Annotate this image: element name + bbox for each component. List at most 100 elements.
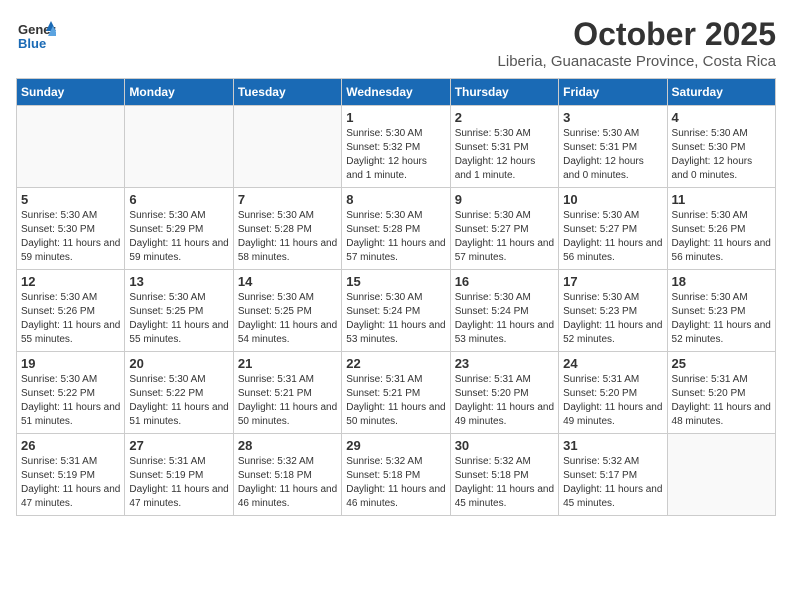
cell-details: Sunrise: 5:30 AMSunset: 5:22 PMDaylight:…: [21, 373, 120, 429]
calendar-cell: 9 Sunrise: 5:30 AMSunset: 5:27 PMDaylight…: [450, 188, 558, 270]
day-number: 8: [346, 192, 445, 207]
calendar-cell: 18Sunrise: 5:30 AMSunset: 5:23 PMDayligh…: [667, 270, 775, 352]
calendar-cell: 27 Sunrise: 5:31 AMSunset: 5:19 PMDayligh…: [125, 434, 233, 516]
day-number: 31: [563, 438, 662, 453]
day-number: 13: [129, 274, 228, 289]
day-number: 14: [238, 274, 337, 289]
day-number: 7: [238, 192, 337, 207]
calendar-cell: 3 Sunrise: 5:30 AMSunset: 5:31 PMDaylight…: [559, 106, 667, 188]
weekday-header: Tuesday: [233, 79, 341, 106]
cell-details: Sunrise: 5:32 AMSunset: 5:18 PMDaylight:…: [238, 455, 337, 511]
calendar-cell: [667, 434, 775, 516]
day-number: 26: [21, 438, 120, 453]
calendar-cell: 4 Sunrise: 5:30 AMSunset: 5:30 PMDaylight…: [667, 106, 775, 188]
cell-details: Sunrise: 5:32 AMSunset: 5:18 PMDaylight:…: [346, 455, 445, 511]
calendar-cell: 28 Sunrise: 5:32 AMSunset: 5:18 PMDayligh…: [233, 434, 341, 516]
cell-details: Sunrise: 5:30 AMSunset: 5:26 PMDaylight:…: [21, 291, 120, 347]
calendar-week-row: 19 Sunrise: 5:30 AMSunset: 5:22 PMDayligh…: [17, 352, 776, 434]
cell-details: Sunrise: 5:31 AMSunset: 5:19 PMDaylight:…: [129, 455, 228, 511]
calendar-week-row: 5 Sunrise: 5:30 AMSunset: 5:30 PMDaylight…: [17, 188, 776, 270]
calendar-cell: 12 Sunrise: 5:30 AMSunset: 5:26 PMDayligh…: [17, 270, 125, 352]
cell-details: Sunrise: 5:31 AMSunset: 5:20 PMDaylight:…: [672, 373, 771, 429]
day-number: 12: [21, 274, 120, 289]
svg-text:Blue: Blue: [18, 36, 46, 51]
cell-details: Sunrise: 5:31 AMSunset: 5:20 PMDaylight:…: [563, 373, 662, 429]
location-title: Liberia, Guanacaste Province, Costa Rica: [498, 53, 776, 70]
cell-details: Sunrise: 5:30 AMSunset: 5:30 PMDaylight:…: [672, 127, 771, 183]
cell-details: Sunrise: 5:30 AMSunset: 5:30 PMDaylight:…: [21, 209, 120, 265]
day-number: 4: [672, 110, 771, 125]
calendar-cell: 1 Sunrise: 5:30 AMSunset: 5:32 PMDaylight…: [342, 106, 450, 188]
cell-details: Sunrise: 5:30 AMSunset: 5:28 PMDaylight:…: [346, 209, 445, 265]
calendar-cell: 14Sunrise: 5:30 AMSunset: 5:25 PMDayligh…: [233, 270, 341, 352]
day-number: 19: [21, 356, 120, 371]
cell-details: Sunrise: 5:30 AMSunset: 5:25 PMDaylight:…: [129, 291, 228, 347]
cell-details: Sunrise: 5:32 AMSunset: 5:18 PMDaylight:…: [455, 455, 554, 511]
day-number: 20: [129, 356, 228, 371]
cell-details: Sunrise: 5:30 AMSunset: 5:24 PMDaylight:…: [346, 291, 445, 347]
title-block: October 2025 Liberia, Guanacaste Provinc…: [498, 16, 776, 70]
calendar-week-row: 12 Sunrise: 5:30 AMSunset: 5:26 PMDayligh…: [17, 270, 776, 352]
cell-details: Sunrise: 5:30 AMSunset: 5:27 PMDaylight:…: [455, 209, 554, 265]
calendar-week-row: 26 Sunrise: 5:31 AMSunset: 5:19 PMDayligh…: [17, 434, 776, 516]
cell-details: Sunrise: 5:30 AMSunset: 5:23 PMDaylight:…: [563, 291, 662, 347]
day-number: 22: [346, 356, 445, 371]
cell-details: Sunrise: 5:31 AMSunset: 5:19 PMDaylight:…: [21, 455, 120, 511]
day-number: 5: [21, 192, 120, 207]
day-number: 6: [129, 192, 228, 207]
day-number: 18: [672, 274, 771, 289]
cell-details: Sunrise: 5:30 AMSunset: 5:31 PMDaylight:…: [563, 127, 662, 183]
day-number: 9: [455, 192, 554, 207]
cell-details: Sunrise: 5:30 AMSunset: 5:28 PMDaylight:…: [238, 209, 337, 265]
weekday-header: Friday: [559, 79, 667, 106]
cell-details: Sunrise: 5:30 AMSunset: 5:31 PMDaylight:…: [455, 127, 554, 183]
weekday-header: Wednesday: [342, 79, 450, 106]
calendar-cell: 25Sunrise: 5:31 AMSunset: 5:20 PMDayligh…: [667, 352, 775, 434]
calendar-cell: 16Sunrise: 5:30 AMSunset: 5:24 PMDayligh…: [450, 270, 558, 352]
day-number: 16: [455, 274, 554, 289]
day-number: 24: [563, 356, 662, 371]
calendar-cell: 10Sunrise: 5:30 AMSunset: 5:27 PMDayligh…: [559, 188, 667, 270]
calendar-cell: 19 Sunrise: 5:30 AMSunset: 5:22 PMDayligh…: [17, 352, 125, 434]
day-number: 3: [563, 110, 662, 125]
weekday-header: Monday: [125, 79, 233, 106]
calendar-cell: 30Sunrise: 5:32 AMSunset: 5:18 PMDayligh…: [450, 434, 558, 516]
day-number: 15: [346, 274, 445, 289]
cell-details: Sunrise: 5:30 AMSunset: 5:32 PMDaylight:…: [346, 127, 445, 183]
calendar-cell: 23Sunrise: 5:31 AMSunset: 5:20 PMDayligh…: [450, 352, 558, 434]
day-number: 10: [563, 192, 662, 207]
day-number: 27: [129, 438, 228, 453]
weekday-header: Sunday: [17, 79, 125, 106]
calendar-cell: 7 Sunrise: 5:30 AMSunset: 5:28 PMDaylight…: [233, 188, 341, 270]
weekday-header: Thursday: [450, 79, 558, 106]
logo: General Blue: [16, 16, 56, 61]
cell-details: Sunrise: 5:31 AMSunset: 5:21 PMDaylight:…: [346, 373, 445, 429]
page-header: General Blue October 2025 Liberia, Guana…: [16, 16, 776, 70]
calendar-cell: 5 Sunrise: 5:30 AMSunset: 5:30 PMDaylight…: [17, 188, 125, 270]
day-number: 29: [346, 438, 445, 453]
cell-details: Sunrise: 5:30 AMSunset: 5:22 PMDaylight:…: [129, 373, 228, 429]
calendar-cell: 15 Sunrise: 5:30 AMSunset: 5:24 PMDayligh…: [342, 270, 450, 352]
day-number: 28: [238, 438, 337, 453]
cell-details: Sunrise: 5:30 AMSunset: 5:29 PMDaylight:…: [129, 209, 228, 265]
calendar-table: SundayMondayTuesdayWednesdayThursdayFrid…: [16, 78, 776, 516]
logo-mark: General Blue: [16, 16, 56, 61]
day-number: 21: [238, 356, 337, 371]
calendar-cell: 17 Sunrise: 5:30 AMSunset: 5:23 PMDayligh…: [559, 270, 667, 352]
cell-details: Sunrise: 5:31 AMSunset: 5:21 PMDaylight:…: [238, 373, 337, 429]
calendar-cell: 11Sunrise: 5:30 AMSunset: 5:26 PMDayligh…: [667, 188, 775, 270]
calendar-cell: 2 Sunrise: 5:30 AMSunset: 5:31 PMDaylight…: [450, 106, 558, 188]
day-number: 17: [563, 274, 662, 289]
calendar-cell: 13 Sunrise: 5:30 AMSunset: 5:25 PMDayligh…: [125, 270, 233, 352]
day-number: 2: [455, 110, 554, 125]
calendar-cell: 29 Sunrise: 5:32 AMSunset: 5:18 PMDayligh…: [342, 434, 450, 516]
weekday-header-row: SundayMondayTuesdayWednesdayThursdayFrid…: [17, 79, 776, 106]
weekday-header: Saturday: [667, 79, 775, 106]
day-number: 1: [346, 110, 445, 125]
day-number: 23: [455, 356, 554, 371]
calendar-cell: 6 Sunrise: 5:30 AMSunset: 5:29 PMDaylight…: [125, 188, 233, 270]
calendar-cell: 31Sunrise: 5:32 AMSunset: 5:17 PMDayligh…: [559, 434, 667, 516]
calendar-cell: 22 Sunrise: 5:31 AMSunset: 5:21 PMDayligh…: [342, 352, 450, 434]
calendar-cell: 20 Sunrise: 5:30 AMSunset: 5:22 PMDayligh…: [125, 352, 233, 434]
calendar-cell: 26 Sunrise: 5:31 AMSunset: 5:19 PMDayligh…: [17, 434, 125, 516]
